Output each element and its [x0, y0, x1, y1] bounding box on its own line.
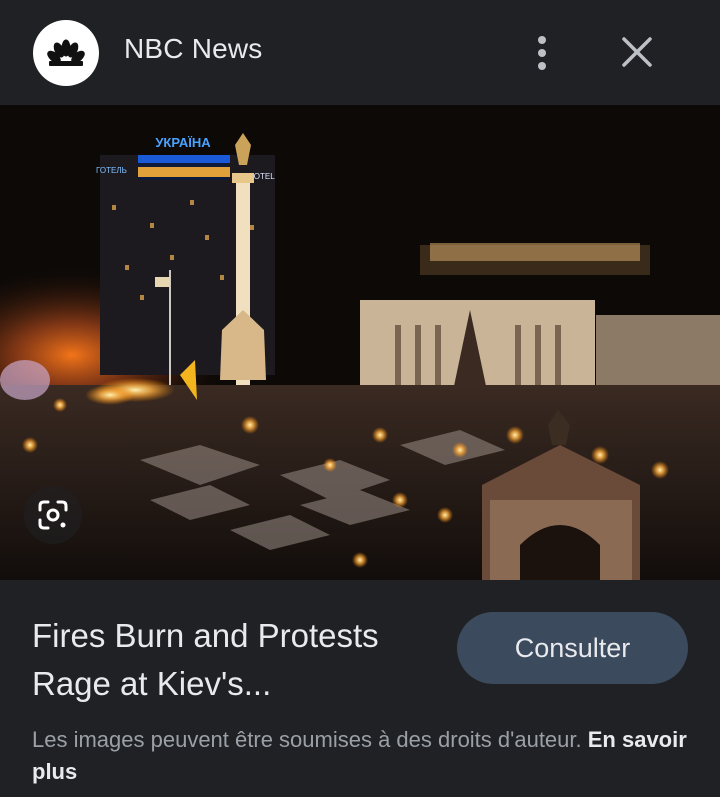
result-title[interactable]: Fires Burn and Protests Rage at Kiev's..… [32, 612, 442, 708]
source-name[interactable]: NBC News [124, 33, 263, 65]
more-vert-icon-dot [538, 49, 546, 57]
close-button[interactable] [612, 30, 662, 76]
close-icon [622, 37, 652, 67]
source-logo[interactable] [33, 20, 99, 86]
copyright-text: Les images peuvent être soumises à des d… [32, 727, 582, 752]
copyright-notice: Les images peuvent être soumises à des d… [32, 724, 692, 788]
nbc-peacock-icon [47, 39, 85, 66]
more-vert-icon [538, 36, 546, 44]
protest-night-photo: УКРАЇНА ГОТЕЛЬ HOTEL [0, 105, 720, 580]
header: NBC News [0, 0, 720, 105]
hotel-sign-left: ГОТЕЛЬ [96, 166, 127, 175]
more-vert-icon-dot [538, 62, 546, 70]
visit-button[interactable]: Consulter [457, 612, 688, 684]
hotel-sign-top: УКРАЇНА [155, 135, 211, 150]
google-lens-icon [38, 500, 68, 530]
more-options-button[interactable] [522, 30, 562, 76]
result-image[interactable]: УКРАЇНА ГОТЕЛЬ HOTEL [0, 105, 720, 580]
visual-search-button[interactable] [24, 486, 82, 544]
